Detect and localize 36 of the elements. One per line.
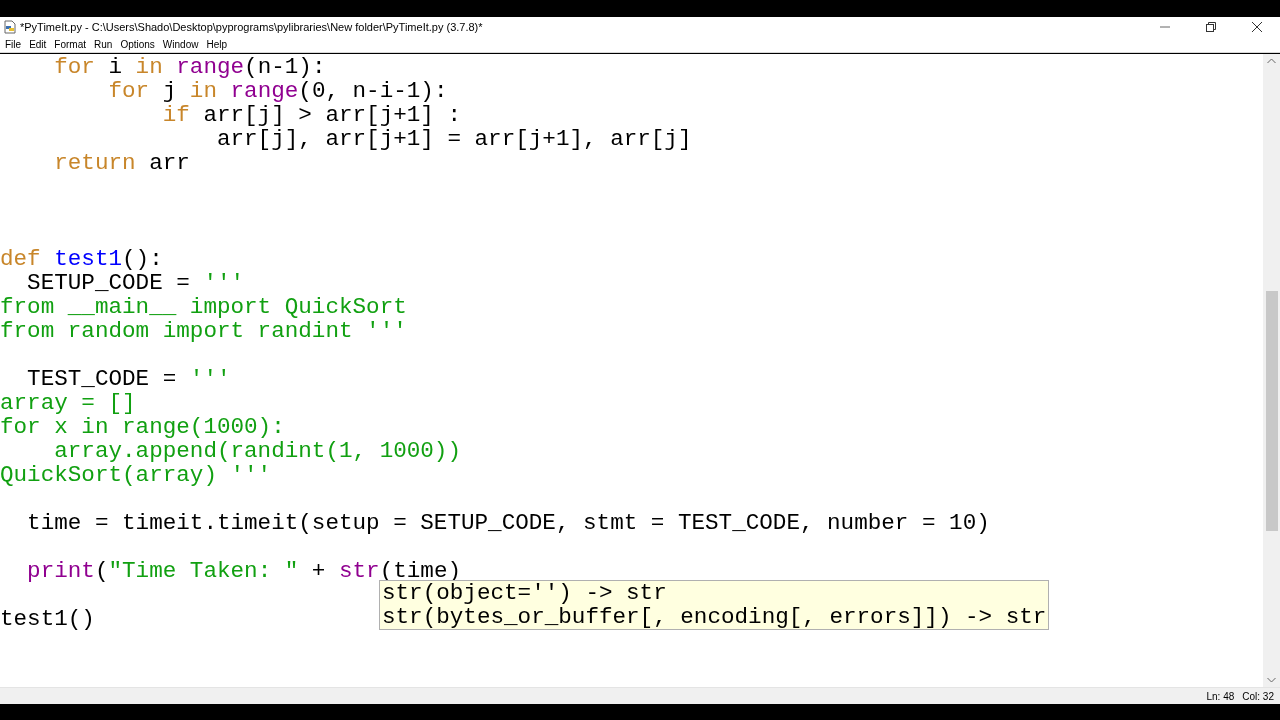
code-line: array.append(randint(1, 1000)) xyxy=(53,439,461,463)
code-line: for x in range(1000): xyxy=(0,415,285,439)
menu-item[interactable]: Window xyxy=(158,39,203,50)
code-line: from random import randint ''' xyxy=(0,319,407,343)
column-number-status: Col: 32 xyxy=(1242,689,1274,704)
menu-item[interactable]: Format xyxy=(50,39,91,50)
scroll-up-icon[interactable] xyxy=(1267,58,1276,64)
code-line: test1() xyxy=(0,607,95,631)
code-line: time = timeit.timeit(setup = SETUP_CODE, stmt = TEST_CODE, number = 10) xyxy=(26,511,990,535)
menu-item[interactable]: Run xyxy=(90,39,117,50)
line-number-status: Ln: 48 xyxy=(1206,689,1235,704)
menu-item[interactable]: Edit xyxy=(25,39,51,50)
scrollbar[interactable] xyxy=(1263,54,1280,687)
menu-item[interactable]: File xyxy=(1,39,26,50)
code-line: if arr[j] > arr[j+1] : xyxy=(161,103,461,127)
code-line: SETUP_CODE = ''' xyxy=(26,271,245,295)
window-title: *PyTimeIt.py - C:\Users\Shado\Desktop\pyprograms\pylibraries\New folder\PyTimeIt.py (3.7.8)* xyxy=(20,19,483,35)
code-line: return arr xyxy=(53,151,190,175)
scrollbar-thumb[interactable] xyxy=(1265,291,1278,531)
calltip-line: str(object='') -> str xyxy=(382,581,668,605)
menu-item[interactable]: Options xyxy=(116,39,159,50)
scroll-down-icon[interactable] xyxy=(1267,677,1276,683)
close-icon xyxy=(1252,22,1262,32)
code-line: QuickSort(array) ''' xyxy=(0,463,272,487)
code-line: TEST_CODE = ''' xyxy=(26,367,231,391)
menu-item[interactable]: Help xyxy=(202,39,231,50)
code-line: for i in range(n-1): xyxy=(53,55,326,79)
restore-icon xyxy=(1206,22,1216,32)
code-line: from __main__ import QuickSort xyxy=(0,295,407,319)
code-line: def test1(): xyxy=(0,247,163,271)
calltip-line: str(bytes_or_buffer[, encoding[, errors]]) -> str xyxy=(382,605,1047,629)
code-line: arr[j], arr[j+1] = arr[j+1], arr[j] xyxy=(215,127,692,151)
python-file-icon xyxy=(3,20,17,34)
code-line: print("Time Taken: " + str(time) xyxy=(26,559,462,583)
code-line: for j in range(0, n-i-1): xyxy=(107,79,448,103)
code-line: array = [] xyxy=(0,391,136,415)
